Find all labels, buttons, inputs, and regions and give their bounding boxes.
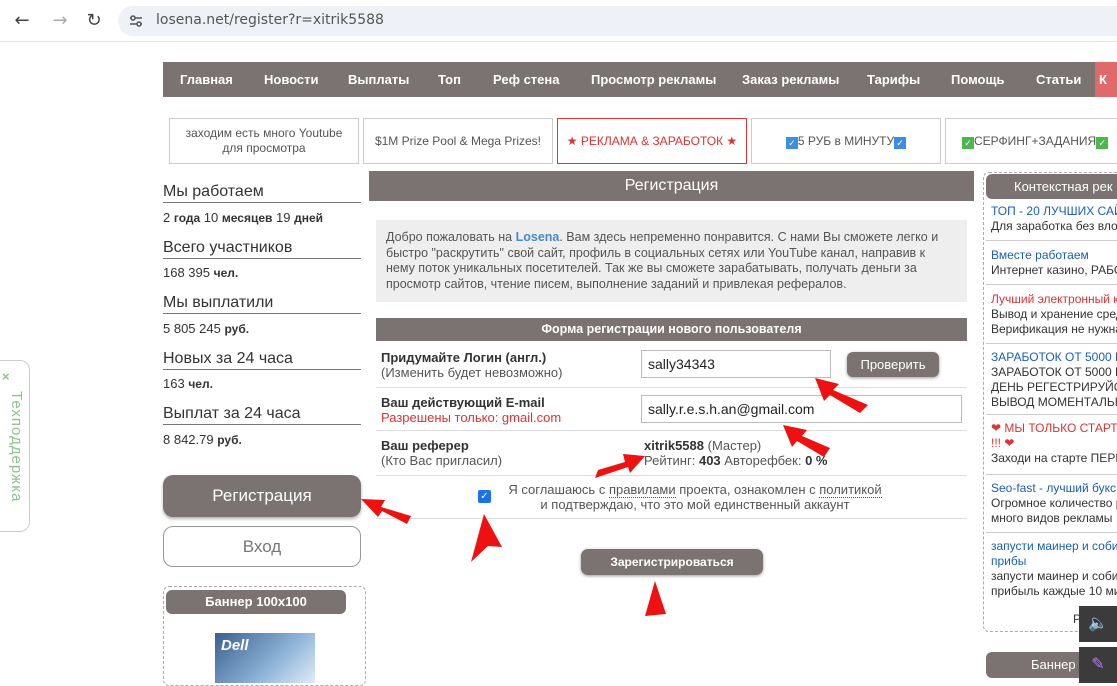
submit-register-button[interactable]: Зарегистрироваться: [581, 549, 763, 575]
context-ad-item[interactable]: ЗАРАБОТОК ОТ 5000 Р ЗАРАБОТОК ОТ 5000 Р …: [991, 350, 1117, 410]
divider: [986, 474, 1117, 475]
sidebar-login-button[interactable]: Вход: [163, 526, 361, 567]
nav-item-ref-wall[interactable]: Реф стена: [493, 62, 559, 97]
context-ads-title: Контекстная рек: [986, 174, 1117, 199]
email-input[interactable]: sally.r.e.s.h.an@gmail.com: [641, 395, 962, 423]
rules-link[interactable]: правилами: [608, 482, 676, 498]
nav-item-partial[interactable]: К: [1095, 62, 1117, 97]
login-input[interactable]: sally34343: [641, 350, 831, 378]
divider: [376, 518, 967, 519]
pen-icon[interactable]: ✎: [1079, 647, 1117, 683]
nav-item-payouts[interactable]: Выплаты: [348, 62, 409, 97]
main-nav: Главная Новости Выплаты Топ Реф стена Пр…: [163, 62, 1117, 97]
stat-new24-value: 163 чел.: [163, 376, 213, 391]
stat-paid-label: Мы выплатили: [163, 294, 361, 314]
site-settings-icon[interactable]: [128, 13, 144, 29]
stat-payout24-label: Выплат за 24 часа: [163, 405, 361, 425]
stat-new24-label: Новых за 24 часа: [163, 350, 361, 370]
text-banner-surfing[interactable]: ✓ СЕРФИНГ+ЗАДАНИЯ ✓: [945, 118, 1117, 164]
stat-payout24-value: 8 842.79 руб.: [163, 432, 242, 447]
context-ad-item[interactable]: Лучший электронный к Вывод и хранение ср…: [991, 292, 1117, 337]
check-login-button[interactable]: Проверить: [847, 352, 939, 377]
text-banner-ads-earnings[interactable]: ★ РЕКЛАМА & ЗАРАБОТОК ★: [557, 118, 747, 164]
nav-item-tariffs[interactable]: Тарифы: [867, 62, 920, 97]
page-title: Регистрация: [369, 171, 974, 201]
address-bar[interactable]: losena.net/register?r=xitrik5588: [118, 6, 1117, 36]
checkbox-emoji-icon: ✓: [785, 136, 798, 149]
nav-item-news[interactable]: Новости: [264, 62, 319, 97]
annotation-arrow: [645, 581, 666, 616]
divider: [986, 532, 1117, 533]
checkbox-emoji-icon: ✓: [894, 136, 907, 149]
back-arrow-icon[interactable]: ←: [10, 9, 34, 33]
speaker-icon[interactable]: 🔈: [1079, 606, 1117, 642]
annotation-arrow: [361, 499, 411, 524]
context-ad-item[interactable]: запусти маинер и соби прибы запусти маин…: [991, 539, 1117, 599]
support-label: Техподдержка: [8, 391, 25, 503]
heart-icon: ❤: [1004, 436, 1015, 450]
stat-paid-value: 5 805 245 руб.: [163, 321, 250, 336]
nav-item-view-ads[interactable]: Просмотр рекламы: [591, 62, 716, 97]
divider: [376, 430, 967, 431]
nav-item-top[interactable]: Топ: [438, 62, 461, 97]
divider: [376, 387, 967, 388]
annotation-arrow: [471, 514, 502, 562]
check-mark-emoji-icon: ✓: [1096, 136, 1109, 149]
context-ad-item[interactable]: ТОП - 20 ЛУЧШИХ САЙ Для заработка без вл…: [991, 204, 1117, 234]
divider: [986, 414, 1117, 415]
referrer-info: xitrik5588 (Мастер) Рейтинг: 403 Автореф…: [644, 438, 828, 468]
sidebar-register-button[interactable]: Регистрация: [163, 475, 361, 517]
divider: [986, 284, 1117, 285]
email-field-label: Ваш действующий E-mail Разрешены только:…: [381, 395, 562, 425]
divider: [986, 343, 1117, 344]
nav-item-home[interactable]: Главная: [180, 62, 233, 97]
nav-item-help[interactable]: Помощь: [951, 62, 1004, 97]
nav-item-articles[interactable]: Статьи: [1036, 62, 1081, 97]
form-header: Форма регистрации нового пользователя: [376, 318, 967, 341]
policy-link[interactable]: политикой: [819, 482, 882, 498]
url-text[interactable]: losena.net/register?r=xitrik5588: [156, 12, 384, 28]
agree-text: Я соглашаюсь с правилами проекта, ознако…: [508, 482, 882, 512]
stat-working-value: 2 года 10 месяцев 19 дней: [163, 210, 324, 225]
forward-arrow-icon[interactable]: →: [48, 9, 72, 33]
agree-checkbox[interactable]: ✓: [478, 490, 491, 503]
context-ad-item[interactable]: Вместе работаем Интернет казино, РАБО: [991, 248, 1117, 278]
text-banner-prize-pool[interactable]: $1M Prize Pool & Mega Prizes!: [363, 118, 553, 164]
welcome-text: Добро пожаловать на Losena. Вам здесь не…: [376, 220, 967, 302]
heart-icon: ❤: [991, 421, 1002, 435]
banner-100-title: Баннер 100x100: [166, 590, 346, 614]
login-field-label: Придумайте Логин (англ.) (Изменить будет…: [381, 350, 563, 380]
close-icon[interactable]: ×: [2, 369, 10, 384]
stat-working-label: Мы работаем: [163, 183, 361, 203]
text-banner-5-rub[interactable]: ✓ 5 РУБ в МИНУТУ ✓: [751, 118, 941, 164]
check-mark-emoji-icon: ✓: [962, 136, 974, 149]
referrer-label: Ваш реферер (Кто Вас пригласил): [381, 438, 503, 468]
text-banner-youtube[interactable]: заходим есть много Youtube для просмотра: [169, 118, 359, 164]
nav-item-order-ads[interactable]: Заказ рекламы: [742, 62, 839, 97]
browser-toolbar: ← → ↻ losena.net/register?r=xitrik5588: [0, 0, 1117, 42]
context-ad-item[interactable]: Seo-fast - лучший букс Огромное количест…: [991, 481, 1117, 526]
context-ad-item[interactable]: ❤ МЫ ТОЛЬКО СТАРТ !!! ❤ Заходи на старте…: [991, 421, 1117, 466]
annotation-arrows: [361, 378, 868, 616]
losena-logo-text: Losena: [515, 230, 560, 244]
banner-image[interactable]: Dell: [215, 633, 315, 683]
reload-icon[interactable]: ↻: [82, 9, 106, 33]
stat-members-value: 168 395 чел.: [163, 265, 239, 280]
stat-members-label: Всего участников: [163, 239, 361, 259]
support-tab[interactable]: × Техподдержка: [0, 360, 30, 532]
divider: [376, 475, 967, 476]
divider: [986, 240, 1117, 241]
